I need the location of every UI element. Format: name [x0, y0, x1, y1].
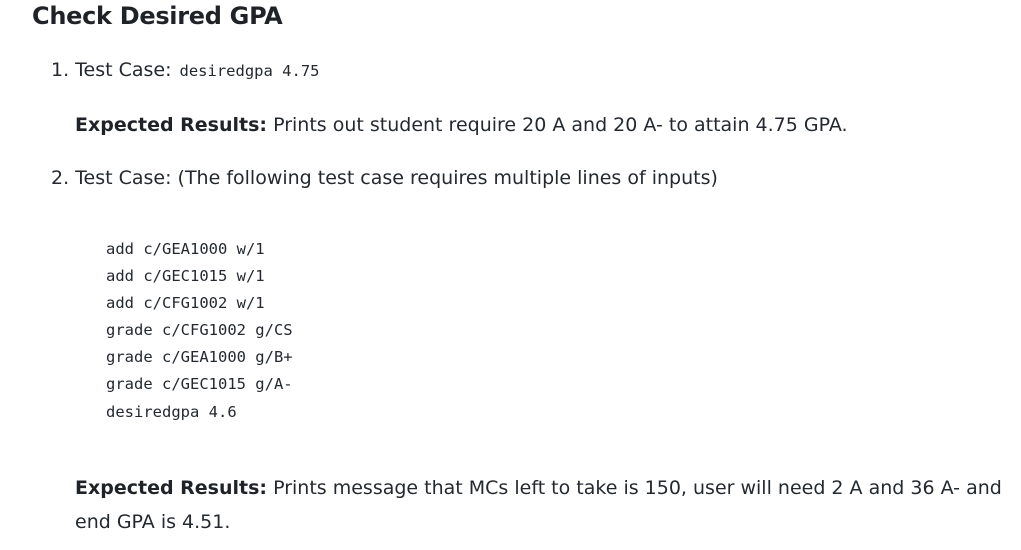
expected-results-label: Expected Results:	[75, 114, 268, 136]
list-number: 2.	[51, 167, 70, 189]
code-line: add c/GEC1015 w/1	[106, 267, 265, 286]
page-heading: Check Desired GPA	[32, 2, 283, 30]
code-line: grade c/CFG1002 g/CS	[106, 321, 293, 340]
test-case-label: Test Case:	[75, 59, 172, 81]
list-number: 1.	[51, 59, 70, 81]
expected-results-2: Expected Results: Prints message that MC…	[75, 471, 1005, 539]
code-line: desiredgpa 4.6	[106, 402, 237, 421]
code-line: add c/CFG1002 w/1	[106, 294, 265, 313]
expected-results-1: Expected Results: Prints out student req…	[75, 108, 1005, 142]
test-case-2: 2. Test Case: (The following test case re…	[51, 165, 718, 191]
test-case-1: 1. Test Case: desiredgpa 4.75	[51, 57, 319, 84]
expected-results-label: Expected Results:	[75, 477, 268, 499]
code-block: add c/GEA1000 w/1 add c/GEC1015 w/1 add c/…	[106, 236, 293, 426]
code-line: grade c/GEC1015 g/A-	[106, 375, 293, 394]
expected-results-text: Prints out student require 20 A and 20 A…	[273, 114, 848, 136]
code-line: grade c/GEA1000 g/B+	[106, 348, 293, 367]
inline-code: desiredgpa 4.75	[179, 62, 320, 80]
test-case-label: Test Case: (The following test case requ…	[75, 167, 718, 189]
code-line: add c/GEA1000 w/1	[106, 240, 265, 258]
